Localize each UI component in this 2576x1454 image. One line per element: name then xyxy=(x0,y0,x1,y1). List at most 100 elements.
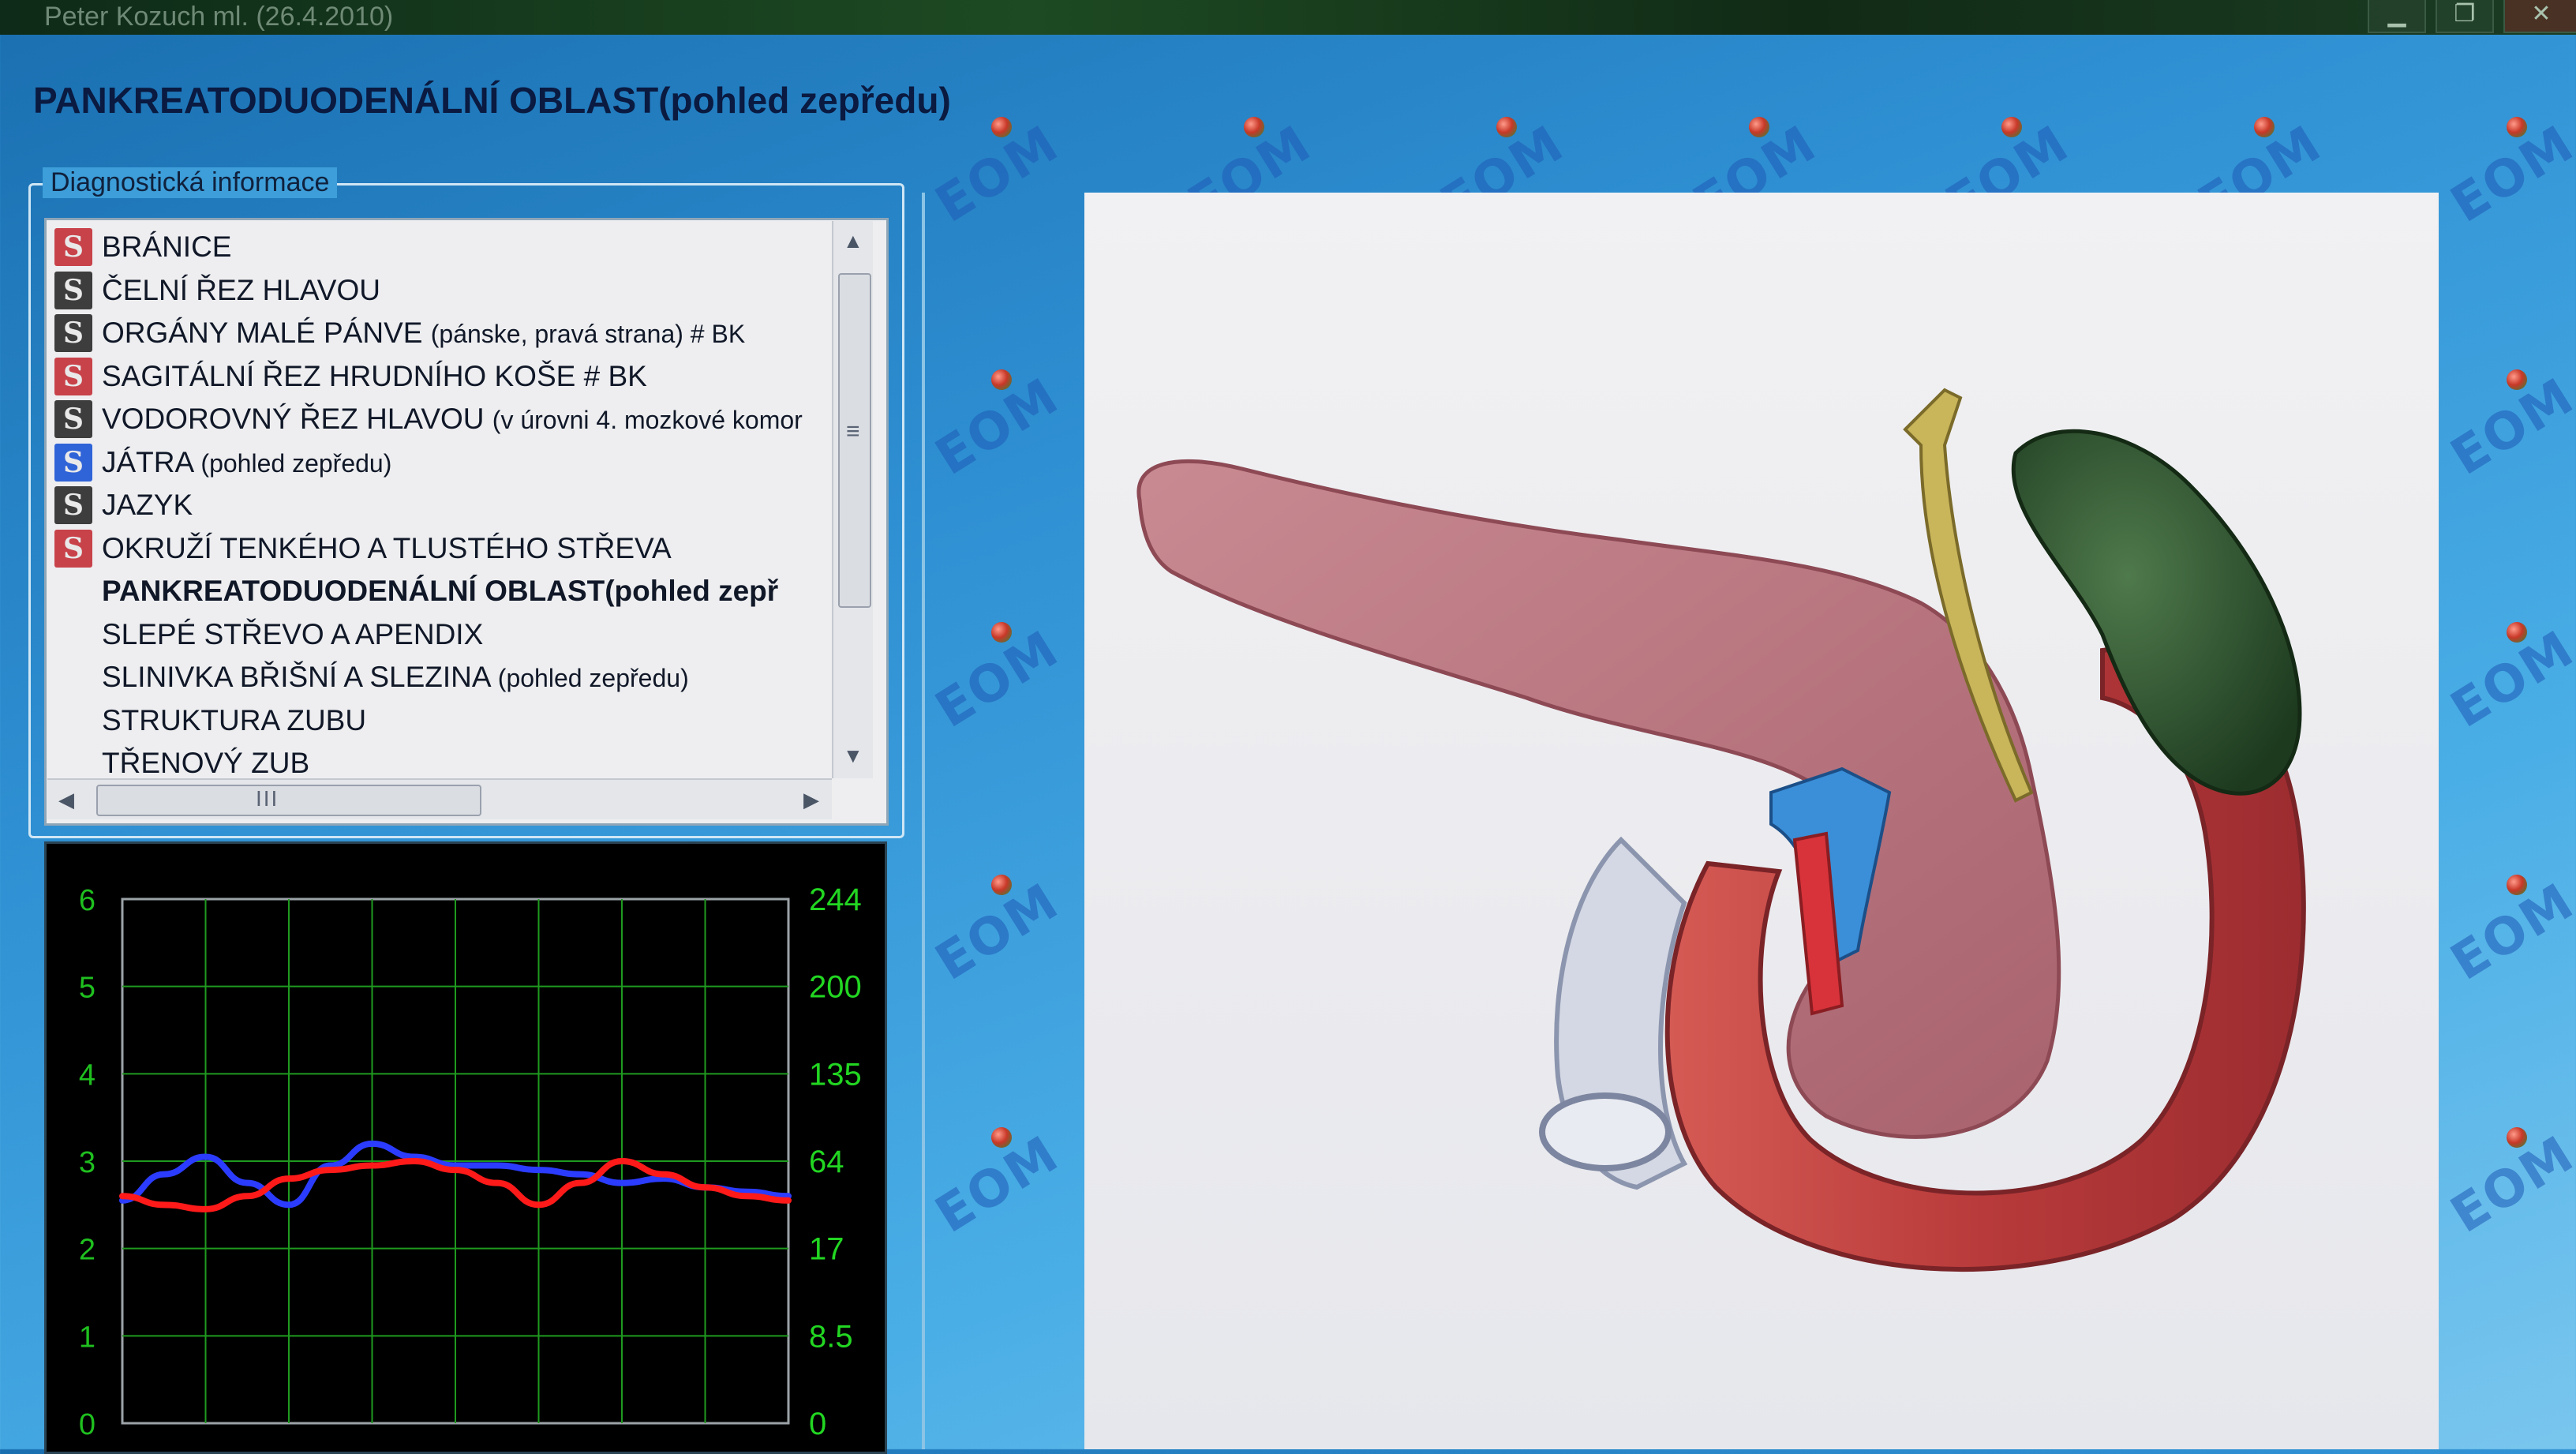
list-item[interactable]: S SAGITÁLNÍ ŘEZ HRUDNÍHO KOŠE # BK xyxy=(54,356,844,397)
list-item-label: PANKREATODUODENÁLNÍ OBLAST(pohled zepř xyxy=(102,575,778,608)
list-item-main-text: OKRUŽÍ TENKÉHO A TLUSTÉHO STŘEVA xyxy=(102,531,672,564)
watermark-apple-icon xyxy=(991,117,1012,137)
arrow-up-icon[interactable]: ▲ xyxy=(843,229,863,253)
watermark-apple-icon xyxy=(1244,117,1264,137)
list-item-detail-text: (pohled zepředu) xyxy=(200,448,392,478)
window-titlebar: Peter Kozuch ml. (26.4.2010) ▁ ❐ ✕ xyxy=(0,0,2576,35)
chart-panel: 6 5 4 3 2 1 0 244 200 135 64 17 8.5 0 xyxy=(44,841,887,1454)
right-tick-label: 17 xyxy=(809,1232,844,1267)
list-item-label: BRÁNICE xyxy=(102,230,231,264)
list-item-main-text: ORGÁNY MALÉ PÁNVE xyxy=(102,317,431,349)
right-tick-label: 8.5 xyxy=(809,1319,853,1354)
status-s-icon: S xyxy=(54,228,92,266)
diagnostic-legend: Diagnostická informace xyxy=(43,167,338,198)
arrow-down-icon[interactable]: ▼ xyxy=(843,744,863,768)
status-s-icon: S xyxy=(54,271,92,309)
list-item-main-text: VODOROVNÝ ŘEZ HLAVOU xyxy=(102,403,492,435)
list-item[interactable]: S ORGÁNY MALÉ PÁNVE (pánske, pravá strana… xyxy=(54,313,844,354)
list-item[interactable]: S BRÁNICE xyxy=(54,227,844,268)
list-item-label: SAGITÁLNÍ ŘEZ HRUDNÍHO KOŠE # BK xyxy=(102,360,647,393)
horizontal-scrollbar[interactable]: ◀ III ▶ xyxy=(47,778,832,819)
vertical-scroll-thumb[interactable]: ≡ xyxy=(838,273,871,608)
arrow-left-icon[interactable]: ◀ xyxy=(58,788,74,812)
status-s-icon: S xyxy=(54,314,92,352)
horizontal-scroll-thumb[interactable]: III xyxy=(96,785,481,816)
list-item-main-text: STRUKTURA ZUBU xyxy=(102,703,367,736)
right-tick-label: 135 xyxy=(809,1057,862,1092)
status-s-icon: S xyxy=(54,443,92,482)
signal-chart: 6 5 4 3 2 1 0 244 200 135 64 17 8.5 0 xyxy=(79,883,862,1441)
list-item-detail-text: (pohled zepředu) xyxy=(497,664,689,692)
list-item-main-text: JAZYK xyxy=(102,489,193,521)
empty-icon-slot xyxy=(54,616,92,654)
list-item-main-text: SLEPÉ STŘEVO A APENDIX xyxy=(102,617,484,650)
diagnostic-list[interactable]: S BRÁNICE S ČELNÍ ŘEZ HLAVOU S ORGÁNY MALÉ PÁ… xyxy=(44,218,889,826)
arrow-right-icon[interactable]: ▶ xyxy=(803,788,819,812)
list-item-label: JÁTRA (pohled zepředu) xyxy=(102,446,391,479)
list-item[interactable]: STRUKTURA ZUBU xyxy=(54,700,844,741)
list-item-label: TŘENOVÝ ZUB xyxy=(102,747,309,780)
maximize-icon: ❐ xyxy=(2454,1,2476,27)
watermark-apple-icon xyxy=(2507,117,2527,137)
empty-icon-slot xyxy=(54,572,92,610)
left-tick-label: 5 xyxy=(79,972,95,1005)
right-tick-label: 0 xyxy=(809,1407,826,1441)
list-item-selected[interactable]: PANKREATODUODENÁLNÍ OBLAST(pohled zepř xyxy=(54,571,844,612)
watermark-apple-icon xyxy=(2001,117,2022,137)
list-item-main-text: SAGITÁLNÍ ŘEZ HRUDNÍHO KOŠE # BK xyxy=(102,359,647,392)
window-title: Peter Kozuch ml. (26.4.2010) xyxy=(44,2,394,32)
list-item-main-text: PANKREATODUODENÁLNÍ OBLAST(pohled zepř xyxy=(102,575,779,607)
right-tick-label: 244 xyxy=(809,883,862,917)
close-icon: ✕ xyxy=(2531,1,2552,27)
gallbladder-shape xyxy=(2011,429,2302,796)
list-item[interactable]: SLINIVKA BŘIŠNÍ A SLEZINA (pohled zepřed… xyxy=(54,657,844,698)
list-item[interactable]: S JÁTRA (pohled zepředu) xyxy=(54,442,844,483)
watermark-apple-icon xyxy=(2254,117,2275,137)
list-item[interactable]: S ČELNÍ ŘEZ HLAVOU xyxy=(54,270,844,311)
maximize-button[interactable]: ❐ xyxy=(2436,0,2494,33)
empty-icon-slot xyxy=(54,702,92,740)
list-item-main-text: TŘENOVÝ ZUB xyxy=(102,747,310,779)
list-item-label: JAZYK xyxy=(102,489,193,522)
list-item-label: SLINIVKA BŘIŠNÍ A SLEZINA (pohled zepřed… xyxy=(102,661,689,694)
list-item-label: SLEPÉ STŘEVO A APENDIX xyxy=(102,618,483,651)
empty-icon-slot xyxy=(54,658,92,696)
vertical-thumb-grip: ≡ xyxy=(846,418,860,444)
list-item-label: VODOROVNÝ ŘEZ HLAVOU (v úrovni 4. mozkov… xyxy=(102,403,803,436)
left-tick-label: 1 xyxy=(79,1321,95,1354)
page-title: PANKREATODUODENÁLNÍ OBLAST(pohled zepřed… xyxy=(33,80,951,121)
vertical-scrollbar[interactable]: ▲ ≡ ▼ xyxy=(832,221,873,778)
left-tick-label: 0 xyxy=(79,1408,95,1441)
watermark-apple-icon xyxy=(1496,117,1517,137)
watermark-apple-icon xyxy=(1749,117,1769,137)
right-tick-label: 200 xyxy=(809,970,862,1005)
list-item-label: ČELNÍ ŘEZ HLAVOU xyxy=(102,274,380,307)
list-item[interactable]: S OKRUŽÍ TENKÉHO A TLUSTÉHO STŘEVA xyxy=(54,528,844,569)
status-s-icon: S xyxy=(54,357,92,395)
empty-icon-slot xyxy=(54,744,92,782)
list-item-detail-text: (pánske, pravá strana) # BK xyxy=(430,320,746,348)
status-s-icon: S xyxy=(54,529,92,568)
list-item-label: OKRUŽÍ TENKÉHO A TLUSTÉHO STŘEVA xyxy=(102,532,672,565)
left-tick-label: 6 xyxy=(79,884,95,917)
left-tick-label: 4 xyxy=(79,1059,95,1092)
minimize-button[interactable]: ▁ xyxy=(2368,0,2426,33)
list-item[interactable]: S JAZYK xyxy=(54,485,844,526)
anatomy-image xyxy=(1084,193,2439,1449)
list-item-label: ORGÁNY MALÉ PÁNVE (pánske, pravá strana)… xyxy=(102,317,745,350)
list-item[interactable]: S VODOROVNÝ ŘEZ HLAVOU (v úrovni 4. mozko… xyxy=(54,399,844,440)
status-s-icon: S xyxy=(54,400,92,438)
list-item-main-text: ČELNÍ ŘEZ HLAVOU xyxy=(102,273,380,306)
list-item-main-text: JÁTRA xyxy=(102,445,201,478)
minimize-icon: ▁ xyxy=(2387,1,2406,27)
pancreas-illustration xyxy=(1136,388,2306,1272)
colon-opening xyxy=(1539,1092,1672,1171)
list-item[interactable]: SLEPÉ STŘEVO A APENDIX xyxy=(54,614,844,655)
close-button[interactable]: ✕ xyxy=(2503,0,2576,33)
right-tick-label: 64 xyxy=(809,1145,844,1179)
list-item-label: STRUKTURA ZUBU xyxy=(102,704,366,737)
horizontal-thumb-grip: III xyxy=(256,786,279,811)
left-tick-label: 3 xyxy=(79,1146,95,1179)
left-tick-label: 2 xyxy=(79,1234,95,1267)
list-item-detail-text: (v úrovni 4. mozkové komor xyxy=(492,406,803,434)
